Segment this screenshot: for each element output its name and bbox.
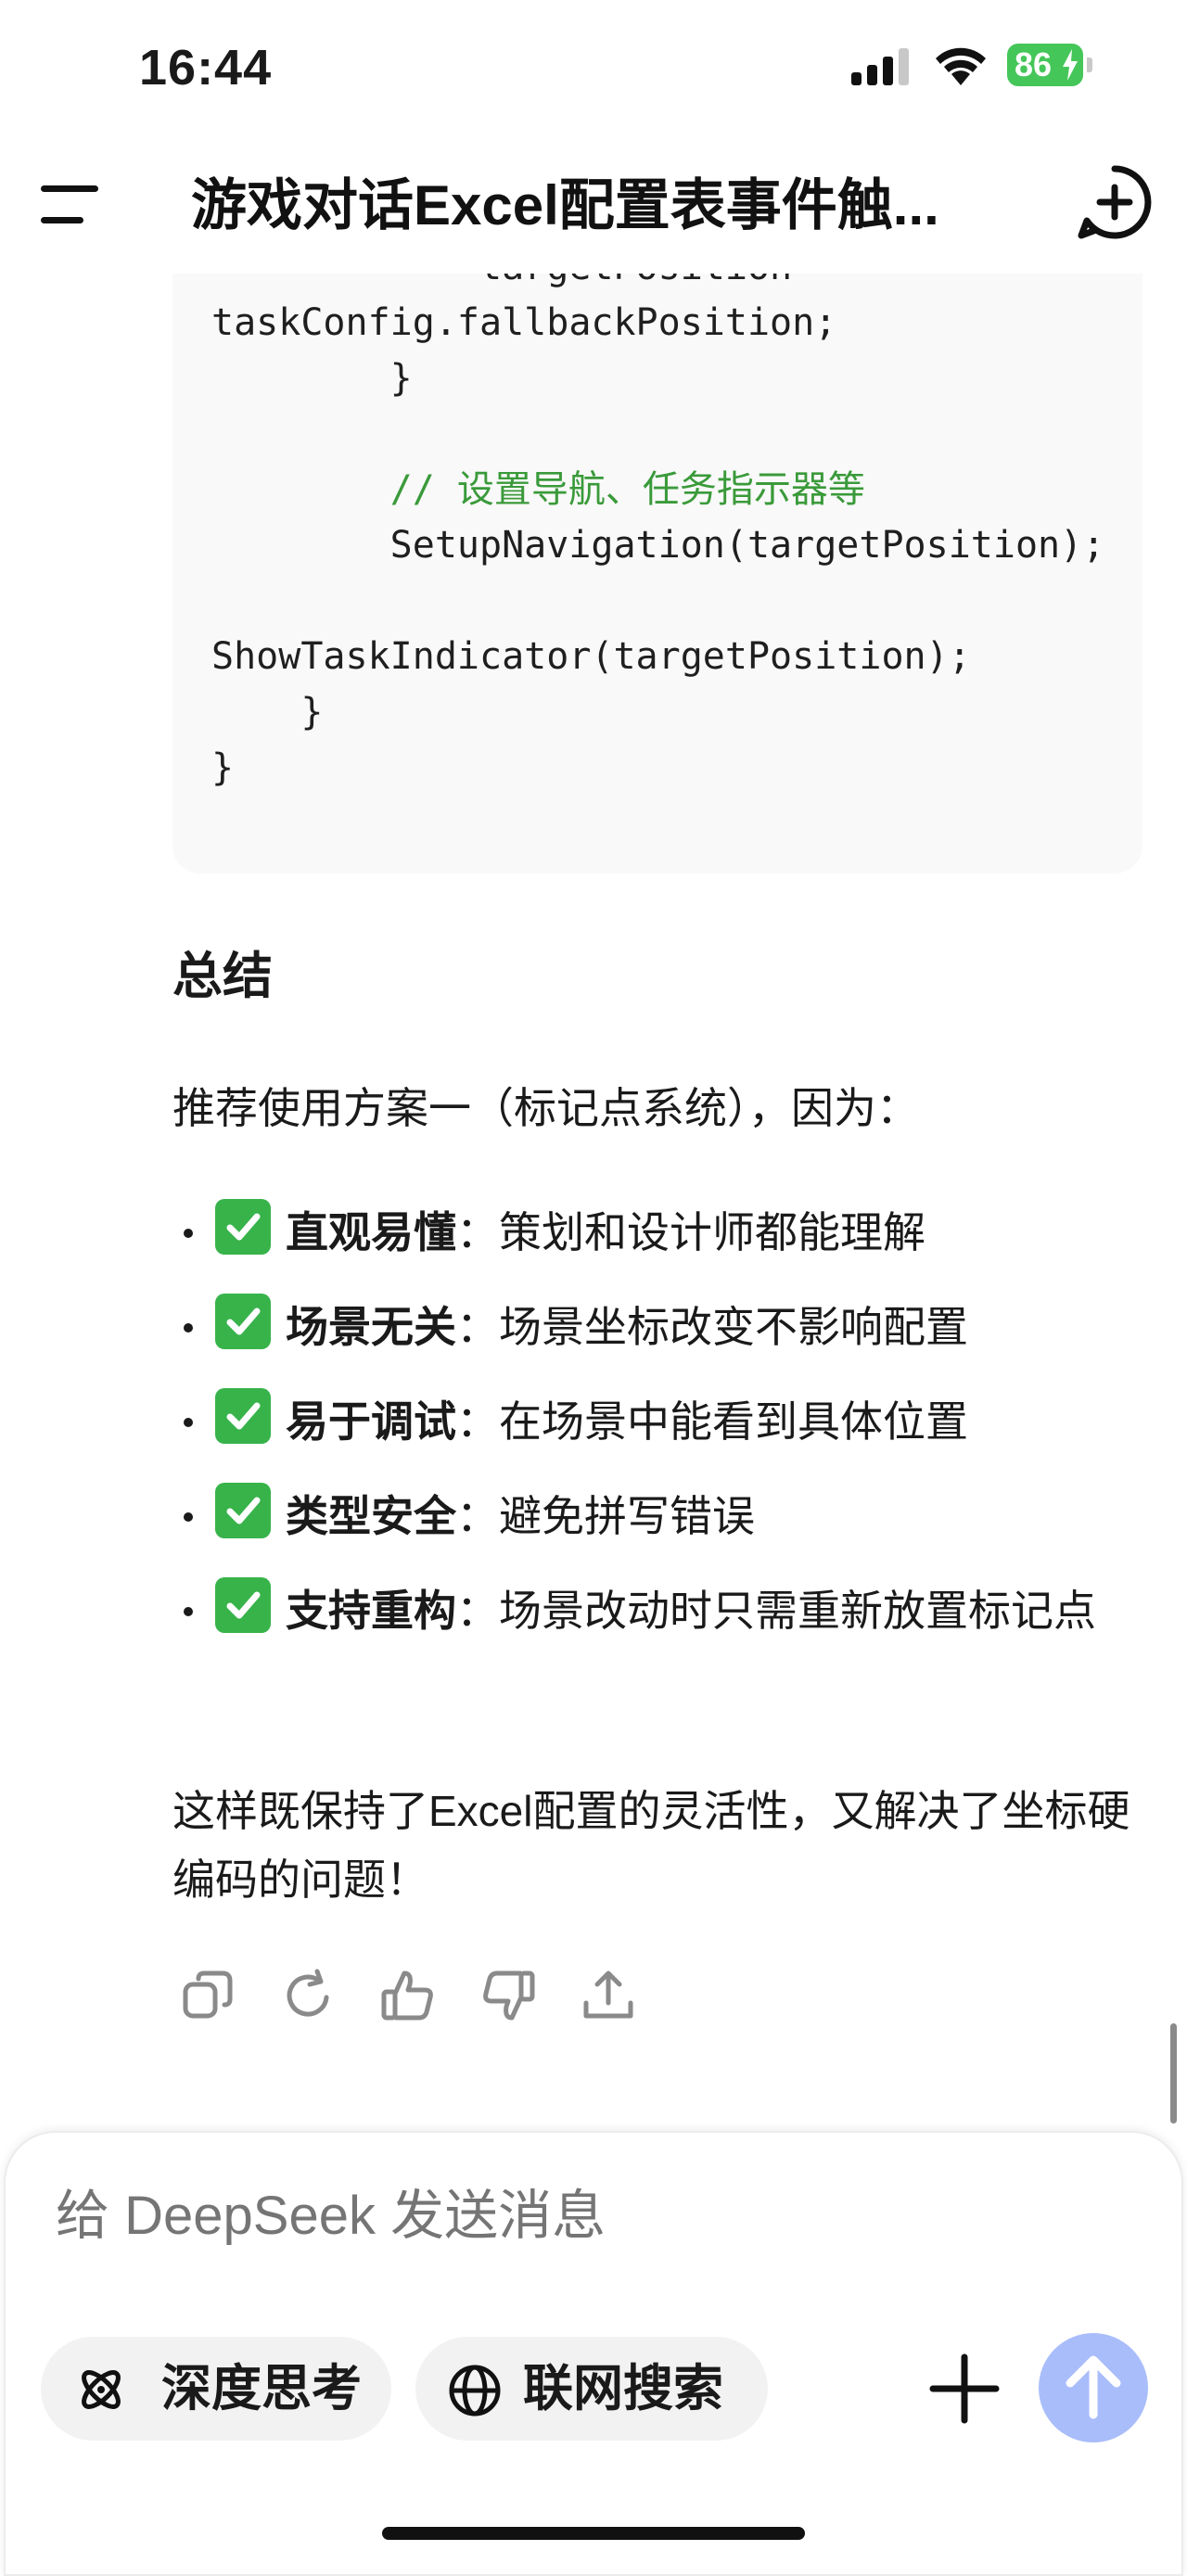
globe-icon: [449, 2365, 501, 2417]
code-content: targetPosition = taskConfig.fallbackPosi…: [211, 246, 1105, 789]
list-item: 支持重构：场景改动时只需重新放置标记点: [172, 1576, 1155, 1645]
new-chat-icon[interactable]: [1076, 163, 1154, 241]
thumbs-down-icon[interactable]: [479, 1966, 538, 2025]
check-mark-icon: [215, 1294, 271, 1349]
battery-cap: [1087, 57, 1092, 72]
copy-icon[interactable]: [178, 1966, 237, 2025]
list-item: 易于调试：在场景中能看到具体位置: [172, 1387, 1155, 1456]
plus-icon[interactable]: [927, 2352, 1002, 2426]
top-bar: 游戏对话Excel配置表事件触...: [0, 148, 1187, 274]
cellular-signal-icon: [851, 48, 909, 85]
web-search-button[interactable]: 联网搜索: [415, 2337, 768, 2441]
wifi-icon: [936, 47, 986, 85]
list-item: 直观易懂：策划和设计师都能理解: [172, 1198, 1155, 1267]
chat-title[interactable]: 游戏对话Excel配置表事件触...: [191, 169, 998, 243]
charging-bolt-icon: [1063, 49, 1078, 81]
status-bar: 16:44 86: [0, 0, 1187, 139]
summary-heading: 总结: [172, 949, 273, 1004]
conclusion-paragraph: 这样既保持了Excel配置的灵活性，又解决了坐标硬编码的问题！: [172, 1787, 1130, 1904]
status-time: 16:44: [139, 40, 273, 96]
check-mark-icon: [215, 1577, 271, 1633]
benefits-list: 直观易懂：策划和设计师都能理解 场景无关：场景坐标改变不影响配置 易于调试：在场…: [172, 1198, 1155, 1671]
check-mark-icon: [215, 1388, 271, 1444]
regenerate-icon[interactable]: [278, 1966, 338, 2025]
message-input[interactable]: [56, 2179, 890, 2253]
deep-think-button[interactable]: 深度思考: [41, 2337, 391, 2441]
battery-indicator: 86: [1007, 44, 1083, 86]
arrow-up-icon: [1066, 2355, 1121, 2419]
scrollbar[interactable]: [1170, 2023, 1177, 2123]
menu-icon[interactable]: [37, 178, 108, 234]
check-mark-icon: [215, 1483, 271, 1538]
check-mark-icon: [215, 1199, 271, 1255]
list-item: 场景无关：场景坐标改变不影响配置: [172, 1293, 1155, 1361]
share-icon[interactable]: [579, 1966, 638, 2025]
atom-icon: [82, 2370, 121, 2409]
thumbs-up-icon[interactable]: [378, 1966, 438, 2025]
intro-paragraph: 推荐使用方案一（标记点系统），因为：: [172, 1084, 919, 1132]
list-item: 类型安全：避免拼写错误: [172, 1482, 1155, 1550]
home-indicator: [382, 2527, 805, 2540]
code-comment: // 设置导航、任务指示器等: [211, 468, 865, 511]
send-button[interactable]: [1039, 2333, 1148, 2442]
